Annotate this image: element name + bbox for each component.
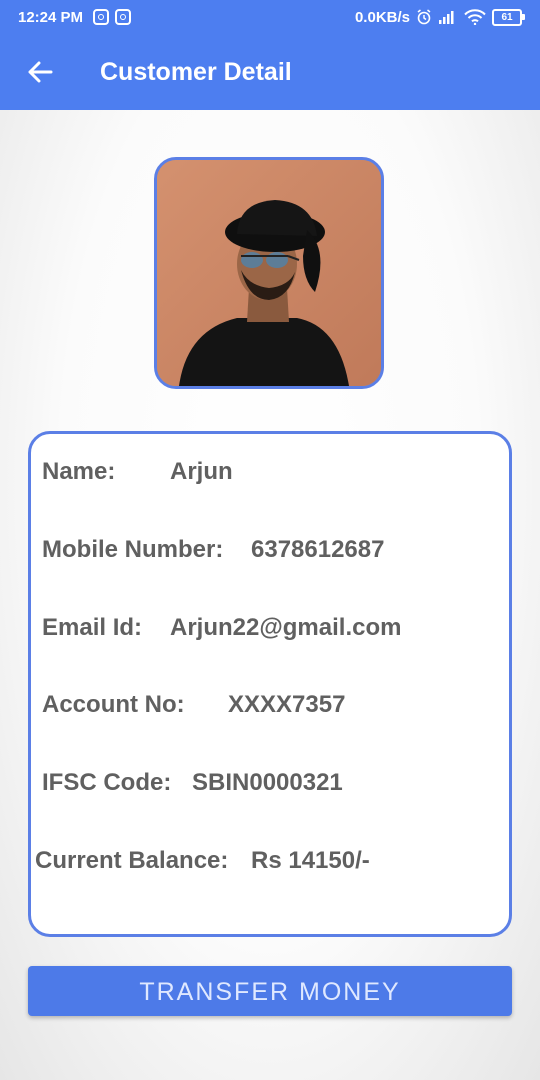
alarm-icon	[417, 9, 431, 25]
network-speed: 0.0KB/s	[354, 8, 410, 26]
instagram-icon	[115, 9, 132, 25]
account-label: Account No:	[42, 691, 185, 718]
mobile-value: 6378612687	[251, 536, 385, 563]
status-bar-right: 0.0KB/s 61	[354, 8, 525, 26]
profile-photo	[154, 157, 384, 389]
arrow-left-icon	[28, 61, 53, 83]
name-value: Arjun	[170, 458, 233, 485]
transfer-money-button[interactable]: TRANSFER MONEY	[28, 966, 512, 1016]
balance-label: Current Balance:	[35, 847, 229, 874]
status-bar-left: 12:24 PM	[18, 8, 132, 26]
ifsc-value: SBIN0000321	[192, 769, 343, 796]
profile-image	[157, 160, 381, 386]
account-value: XXXX7357	[228, 691, 346, 718]
battery-icon: 61	[492, 8, 525, 26]
customer-detail-card: Name: Arjun Mobile Number: 6378612687 Em…	[28, 431, 512, 937]
email-value: Arjun22@gmail.com	[170, 614, 402, 641]
back-button[interactable]	[20, 52, 60, 92]
instagram-icon	[93, 9, 110, 25]
ifsc-label: IFSC Code:	[42, 769, 172, 796]
wifi-icon	[464, 9, 486, 25]
email-label: Email Id:	[42, 614, 143, 641]
app-bar: 12:24 PM 0.0KB/s 61 Customer Detail	[0, 0, 540, 110]
signal-icon	[439, 11, 454, 24]
battery-level: 61	[501, 11, 513, 23]
mobile-label: Mobile Number:	[42, 536, 224, 563]
toolbar: Customer Detail	[0, 34, 540, 110]
balance-value: Rs 14150/-	[251, 847, 370, 874]
status-time: 12:24 PM	[18, 8, 84, 26]
status-bar: 12:24 PM 0.0KB/s 61	[0, 0, 540, 34]
page-title: Customer Detail	[100, 57, 292, 86]
name-label: Name:	[42, 458, 116, 485]
